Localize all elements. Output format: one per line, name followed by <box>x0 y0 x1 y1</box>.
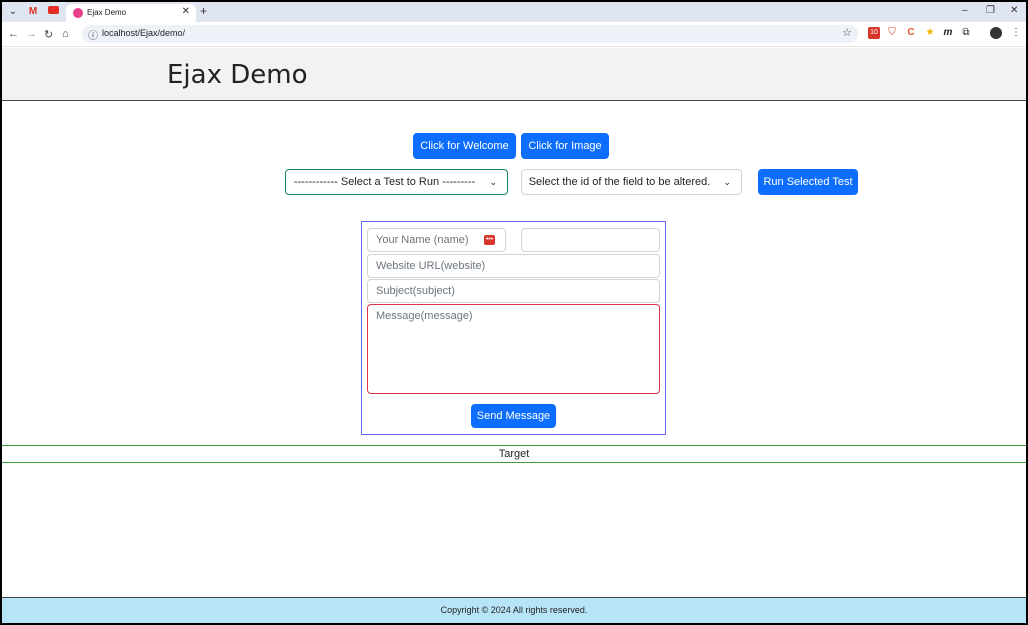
field-id-select[interactable]: Select the id of the field to be altered… <box>521 169 742 195</box>
website-placeholder: Website URL(website) <box>376 260 486 272</box>
test-select-value: ------------ Select a Test to Run ------… <box>293 176 476 188</box>
run-selected-test-button[interactable]: Run Selected Test <box>758 169 858 195</box>
field-id-select-value: Select the id of the field to be altered… <box>528 176 711 188</box>
browser-menu-icon[interactable]: ⋮ <box>1010 27 1022 39</box>
address-bar[interactable]: ⓘ localhost/Ejax/demo/ ☆ <box>82 25 858 43</box>
click-for-image-button[interactable]: Click for Image <box>521 133 609 159</box>
password-manager-icon[interactable]: ••• <box>484 235 495 245</box>
new-tab-icon[interactable]: + <box>200 4 207 18</box>
message-textarea[interactable]: Message(message) <box>367 304 660 394</box>
message-placeholder: Message(message) <box>376 310 473 322</box>
copyright-text: Copyright © 2024 All rights reserved. <box>440 605 588 615</box>
send-message-button[interactable]: Send Message <box>471 404 556 428</box>
ci-extension-icon[interactable]: C <box>905 27 917 39</box>
tab-title: Ejax Demo <box>87 8 127 17</box>
close-window-icon[interactable]: ✕ <box>1010 5 1018 16</box>
subject-input[interactable]: Subject(subject) <box>367 279 660 303</box>
minimize-icon[interactable]: – <box>962 5 968 16</box>
page-header: Ejax Demo <box>2 48 1026 101</box>
tab-search-icon[interactable]: ⌄ <box>6 5 20 19</box>
chevron-down-icon: ⌄ <box>723 177 731 187</box>
name-placeholder: Your Name (name) <box>376 234 469 246</box>
name-input[interactable]: Your Name (name) ••• <box>367 228 506 252</box>
subject-placeholder: Subject(subject) <box>376 285 455 297</box>
click-for-welcome-button[interactable]: Click for Welcome <box>413 133 516 159</box>
ejax-favicon-icon <box>73 8 83 18</box>
test-select[interactable]: ------------ Select a Test to Run ------… <box>285 169 508 195</box>
extension-badge-icon[interactable]: 10 <box>868 27 880 39</box>
browser-window: ⌄ M Ejax Demo ✕ + – ❐ ✕ ← → ↻ ⌂ ⓘ localh… <box>2 2 1026 623</box>
m-extension-icon[interactable]: m <box>942 27 954 39</box>
browser-toolbar: ← → ↻ ⌂ ⓘ localhost/Ejax/demo/ ☆ 10 ⛉ C … <box>2 22 1026 47</box>
address-url: localhost/Ejax/demo/ <box>102 28 186 38</box>
youtube-tab-icon[interactable] <box>46 5 60 19</box>
second-input[interactable] <box>521 228 660 252</box>
extensions-puzzle-icon[interactable]: ⧉ <box>960 27 972 39</box>
contact-form: Your Name (name) ••• Website URL(website… <box>361 221 666 435</box>
profile-avatar-icon[interactable] <box>990 27 1002 39</box>
shield-extension-icon[interactable]: ⛉ <box>886 27 898 39</box>
star-extension-icon[interactable]: ★ <box>924 27 936 39</box>
back-icon[interactable]: ← <box>8 28 19 40</box>
bookmark-star-icon[interactable]: ☆ <box>842 26 852 39</box>
reload-icon[interactable]: ↻ <box>44 28 53 41</box>
tab-strip: ⌄ M Ejax Demo ✕ + – ❐ ✕ <box>2 2 1026 22</box>
footer: Copyright © 2024 All rights reserved. <box>2 597 1026 623</box>
gmail-tab-icon[interactable]: M <box>26 5 40 19</box>
target-label: Target <box>498 448 530 460</box>
restore-icon[interactable]: ❐ <box>986 5 995 16</box>
close-tab-icon[interactable]: ✕ <box>182 6 190 17</box>
website-input[interactable]: Website URL(website) <box>367 254 660 278</box>
home-icon[interactable]: ⌂ <box>62 28 69 40</box>
tab-ejax-demo[interactable]: Ejax Demo ✕ <box>66 4 196 22</box>
site-info-icon[interactable]: ⓘ <box>88 27 98 42</box>
chevron-down-icon: ⌄ <box>489 177 497 187</box>
page-title: Ejax Demo <box>167 60 308 90</box>
forward-icon[interactable]: → <box>26 28 37 40</box>
target-area: Target <box>2 445 1026 463</box>
